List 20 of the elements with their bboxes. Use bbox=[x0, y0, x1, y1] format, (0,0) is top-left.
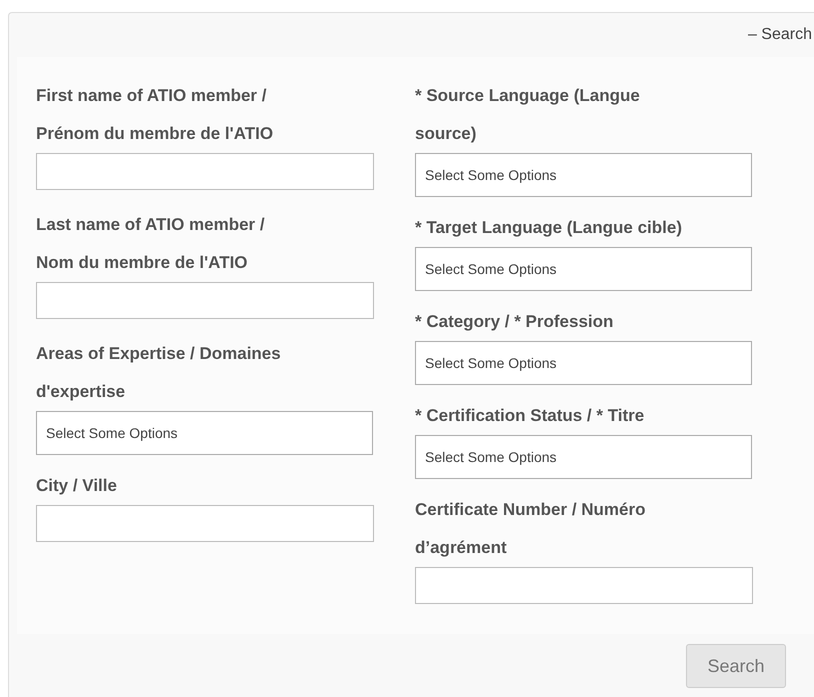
field-label: * Source Language (Langue source) bbox=[415, 85, 641, 145]
field-label: * Category / * Profession bbox=[415, 311, 614, 333]
multiselect-field[interactable]: Select Some Options bbox=[36, 411, 373, 455]
multiselect-field[interactable]: Select Some Options bbox=[415, 153, 752, 197]
field-label: Last name of ATIO member / Nom du membre de l'ATIO bbox=[36, 214, 266, 274]
multiselect-field[interactable]: Select Some Options bbox=[415, 247, 752, 291]
text-field[interactable] bbox=[36, 153, 374, 190]
text-field[interactable] bbox=[36, 282, 374, 319]
field-label: Areas of Expertise / Domaines d'expertise bbox=[36, 343, 282, 403]
field-label: * Target Language (Langue cible) bbox=[415, 217, 683, 239]
field-label: Certificate Number / Numéro d’agrément bbox=[415, 499, 646, 559]
multiselect-field[interactable]: Select Some Options bbox=[415, 341, 752, 385]
text-field[interactable] bbox=[36, 505, 374, 542]
field-label: * Certification Status / * Titre bbox=[415, 405, 646, 427]
multiselect-field[interactable]: Select Some Options bbox=[415, 435, 752, 479]
field-label: City / Ville bbox=[36, 475, 118, 497]
field-label: First name of ATIO member / Prénom du membre de l'ATIO bbox=[36, 85, 274, 145]
search-button[interactable]: Search bbox=[686, 644, 786, 688]
collapse-link[interactable]: – Search bbox=[748, 26, 812, 44]
text-field[interactable] bbox=[415, 567, 753, 604]
